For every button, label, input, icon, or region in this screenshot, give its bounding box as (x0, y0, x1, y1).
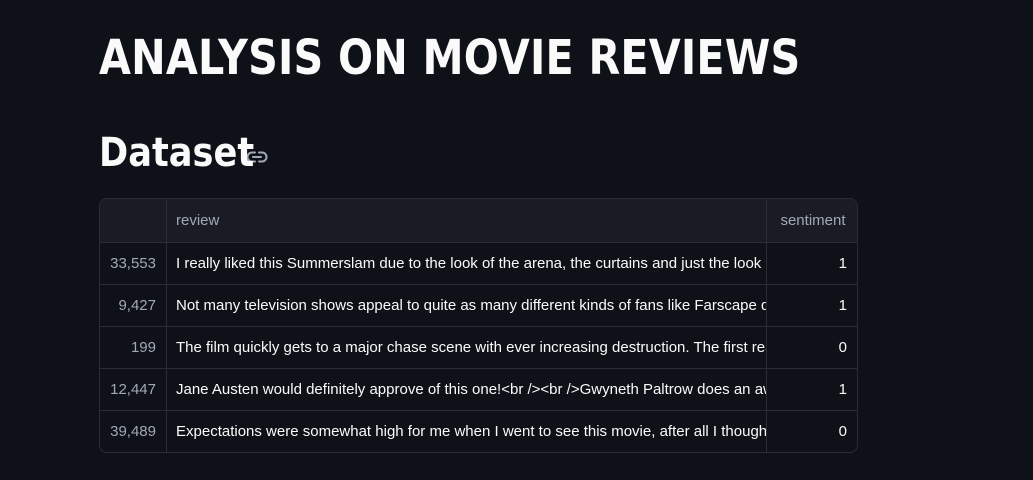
review-cell[interactable]: Not many television shows appeal to quit… (167, 285, 767, 326)
row-index: 33,553 (100, 243, 167, 284)
row-index: 39,489 (100, 411, 167, 452)
page-title: ANALYSIS ON MOVIE REVIEWS (99, 30, 801, 86)
index-column-header[interactable] (100, 199, 167, 242)
review-cell[interactable]: I really liked this Summerslam due to th… (167, 243, 767, 284)
dataset-table[interactable]: review sentiment 33,553 I really liked t… (99, 198, 858, 453)
dataset-section-header: Dataset (99, 130, 269, 176)
table-header-row: review sentiment (100, 199, 857, 242)
sentiment-cell[interactable]: 1 (767, 243, 857, 284)
table-row[interactable]: 39,489 Expectations were somewhat high f… (100, 410, 857, 452)
section-heading: Dataset (99, 130, 255, 176)
row-index: 199 (100, 327, 167, 368)
table-row[interactable]: 33,553 I really liked this Summerslam du… (100, 242, 857, 284)
sentiment-cell[interactable]: 1 (767, 369, 857, 410)
sentiment-cell[interactable]: 0 (767, 327, 857, 368)
sentiment-cell[interactable]: 0 (767, 411, 857, 452)
row-index: 9,427 (100, 285, 167, 326)
row-index: 12,447 (100, 369, 167, 410)
table-row[interactable]: 12,447 Jane Austen would definitely appr… (100, 368, 857, 410)
review-cell[interactable]: The film quickly gets to a major chase s… (167, 327, 767, 368)
sentiment-cell[interactable]: 1 (767, 285, 857, 326)
review-column-header[interactable]: review (167, 199, 767, 242)
sentiment-column-header[interactable]: sentiment (767, 199, 857, 242)
table-row[interactable]: 9,427 Not many television shows appeal t… (100, 284, 857, 326)
table-row[interactable]: 199 The film quickly gets to a major cha… (100, 326, 857, 368)
review-cell[interactable]: Expectations were somewhat high for me w… (167, 411, 767, 452)
review-cell[interactable]: Jane Austen would definitely approve of … (167, 369, 767, 410)
